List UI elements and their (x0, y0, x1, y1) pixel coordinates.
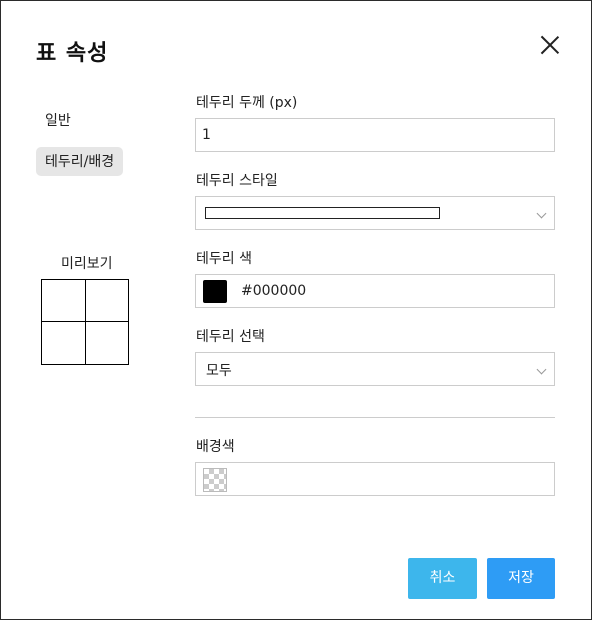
border-width-field (195, 118, 555, 152)
close-icon[interactable] (537, 33, 563, 59)
cancel-button[interactable]: 취소 (408, 558, 477, 599)
border-color-label: 테두리 색 (196, 251, 252, 267)
border-width-label: 테두리 두께 (px) (196, 95, 298, 111)
preview-vertical-line (85, 280, 86, 364)
section-divider (195, 417, 555, 418)
table-properties-dialog: 표 속성 일반 테두리/배경 미리보기 테두리 두께 (px) 테두리 스타일 … (0, 0, 592, 620)
chevron-down-icon (536, 364, 547, 375)
border-color-value: #000000 (241, 283, 307, 299)
preview-label: 미리보기 (61, 256, 113, 272)
border-style-label: 테두리 스타일 (196, 173, 278, 189)
border-color-swatch[interactable] (203, 280, 227, 303)
border-select-value: 모두 (206, 363, 232, 379)
nav-border-background-tab[interactable]: 테두리/배경 (36, 147, 124, 176)
border-select-dropdown[interactable]: 모두 (195, 352, 555, 386)
dialog-title: 표 속성 (36, 41, 109, 66)
background-color-field[interactable] (195, 462, 555, 496)
chevron-down-icon (536, 208, 547, 219)
preview-horizontal-line (42, 321, 128, 322)
border-select-label: 테두리 선택 (196, 329, 265, 345)
border-width-input[interactable] (196, 119, 554, 151)
save-button[interactable]: 저장 (487, 558, 555, 599)
border-color-field[interactable]: #000000 (195, 274, 555, 308)
border-style-solid-preview (205, 207, 440, 219)
border-style-select[interactable] (195, 196, 555, 230)
table-preview (41, 279, 129, 365)
nav-general-tab[interactable]: 일반 (45, 110, 71, 130)
transparent-swatch-icon[interactable] (203, 468, 227, 492)
background-color-label: 배경색 (196, 439, 235, 455)
